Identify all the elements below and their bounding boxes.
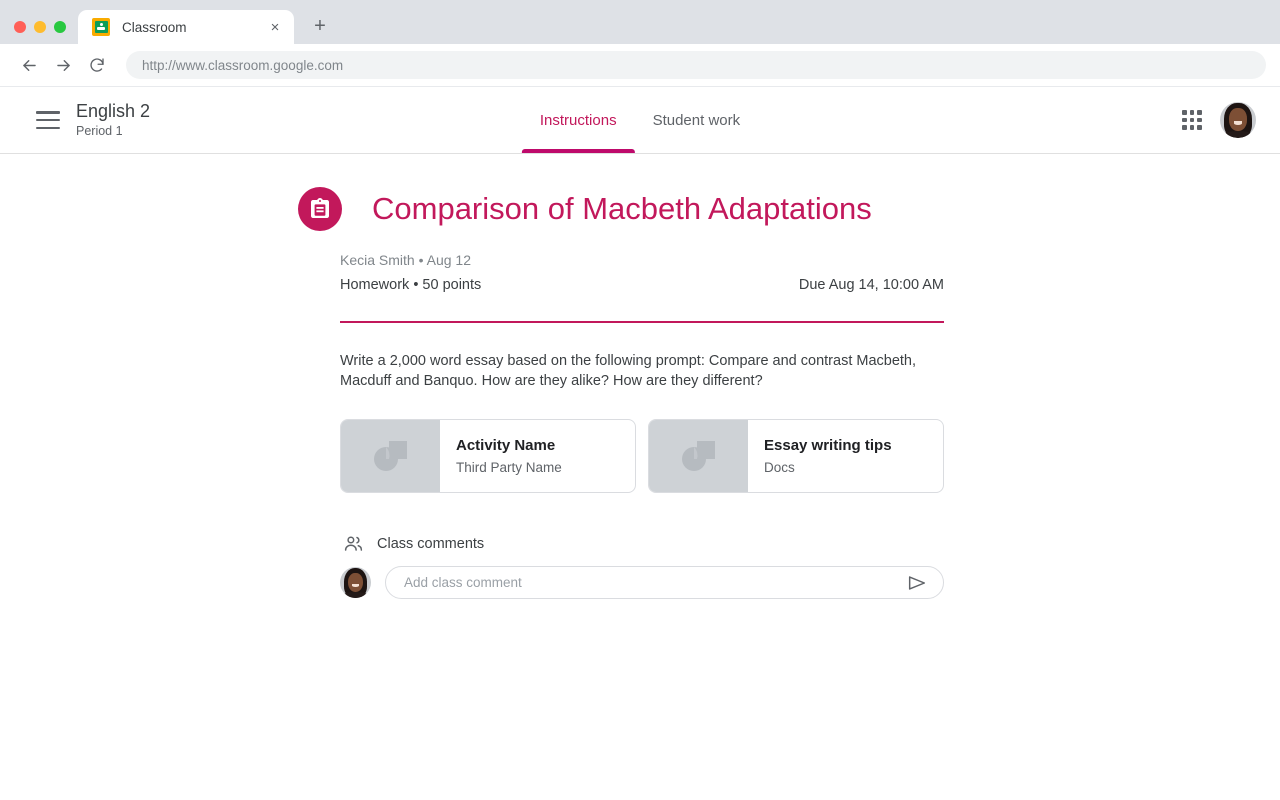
hamburger-menu-icon[interactable] xyxy=(36,111,60,129)
attachment-text: Activity Name Third Party Name xyxy=(440,420,635,492)
classroom-favicon xyxy=(92,18,110,36)
assignment-title-row: Comparison of Macbeth Adaptations xyxy=(298,187,944,231)
back-arrow-icon[interactable] xyxy=(14,50,44,80)
attachment-text: Essay writing tips Docs xyxy=(748,420,943,492)
assignment-detail: Comparison of Macbeth Adaptations Kecia … xyxy=(298,154,944,599)
attachment-title: Activity Name xyxy=(456,436,556,454)
forward-arrow-icon[interactable] xyxy=(48,50,78,80)
attachment-card[interactable]: Essay writing tips Docs xyxy=(648,419,944,493)
minimize-window-button[interactable] xyxy=(34,21,46,33)
maximize-window-button[interactable] xyxy=(54,21,66,33)
browser-tabstrip: Classroom × + xyxy=(0,6,1280,44)
assignment-meta: Kecia Smith • Aug 12 Homework • 50 point… xyxy=(340,250,944,295)
send-icon[interactable] xyxy=(905,571,929,595)
browser-chrome: Classroom × + http://www.classroom.googl… xyxy=(0,0,1280,87)
reload-icon[interactable] xyxy=(82,50,112,80)
tab-student-work[interactable]: Student work xyxy=(635,87,759,153)
generic-attachment-icon xyxy=(649,420,748,492)
header-tabs: Instructions Student work xyxy=(521,87,759,153)
page-body: Comparison of Macbeth Adaptations Kecia … xyxy=(0,154,1280,800)
people-icon xyxy=(343,533,364,554)
url-bar[interactable]: http://www.classroom.google.com xyxy=(126,51,1266,79)
assignment-due-date: Due Aug 14, 10:00 AM xyxy=(798,277,944,293)
close-icon[interactable]: × xyxy=(266,18,284,36)
attachment-card[interactable]: Activity Name Third Party Name xyxy=(340,419,636,493)
section-divider xyxy=(340,321,944,323)
class-info: English 2 Period 1 xyxy=(76,100,150,140)
header-actions xyxy=(1182,102,1260,138)
browser-tab-classroom[interactable]: Classroom × xyxy=(78,10,294,44)
comment-input[interactable] xyxy=(404,575,905,590)
class-title: English 2 xyxy=(76,101,151,121)
assignment-author-date: Kecia Smith • Aug 12 xyxy=(340,252,471,268)
add-comment-row xyxy=(340,566,944,599)
new-tab-button[interactable]: + xyxy=(306,12,334,40)
class-comments-header: Class comments xyxy=(340,533,944,554)
commenter-avatar xyxy=(340,567,371,598)
generic-attachment-icon xyxy=(341,420,440,492)
class-comments-label: Class comments xyxy=(377,535,485,552)
class-subtitle: Period 1 xyxy=(76,124,123,138)
attachment-title: Essay writing tips xyxy=(764,436,892,454)
assignment-type-due-row: Homework • 50 points Due Aug 14, 10:00 A… xyxy=(340,275,944,295)
app-header: English 2 Period 1 Instructions Student … xyxy=(0,87,1280,154)
attachment-subtitle: Third Party Name xyxy=(456,459,562,475)
browser-toolbar: http://www.classroom.google.com xyxy=(0,44,1280,86)
apps-grid-icon[interactable] xyxy=(1182,110,1202,130)
page-title: Comparison of Macbeth Adaptations xyxy=(372,191,872,226)
comment-input-container[interactable] xyxy=(385,566,944,599)
assignment-type-points: Homework • 50 points xyxy=(340,277,482,293)
close-window-button[interactable] xyxy=(14,21,26,33)
assignment-description: Write a 2,000 word essay based on the fo… xyxy=(340,353,917,389)
tab-instructions[interactable]: Instructions xyxy=(521,87,635,153)
attachment-list: Activity Name Third Party Name Essay wri… xyxy=(340,419,944,493)
assignment-clipboard-icon xyxy=(298,187,342,231)
browser-tab-title: Classroom xyxy=(122,19,187,35)
class-comments-section: Class comments xyxy=(340,533,944,599)
url-text: http://www.classroom.google.com xyxy=(142,57,344,73)
attachment-subtitle: Docs xyxy=(764,459,795,475)
avatar[interactable] xyxy=(1220,102,1256,138)
window-traffic-lights xyxy=(10,21,78,44)
